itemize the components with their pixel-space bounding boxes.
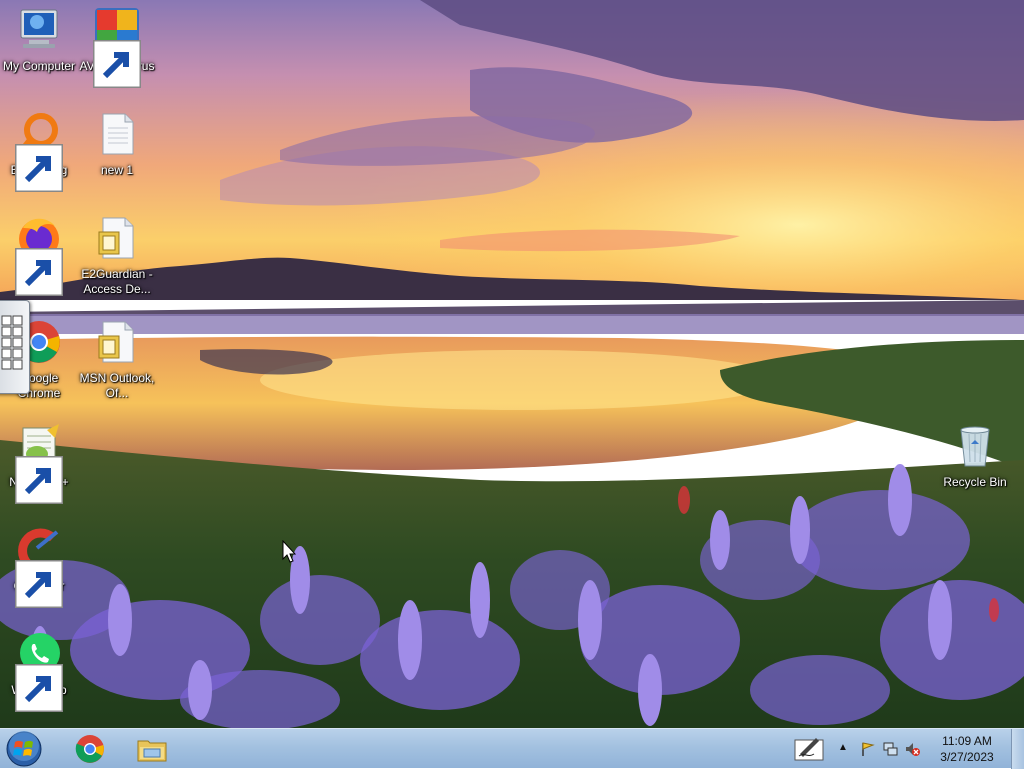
clock-time: 11:09 AM (942, 734, 992, 748)
desktop-icon-everything[interactable]: Everything (0, 110, 79, 192)
pen-input-button[interactable] (794, 734, 824, 762)
shortcut-arrow-icon (15, 248, 63, 296)
shortcut-arrow-icon (15, 456, 63, 504)
clock-date: 3/27/2023 (940, 750, 994, 764)
desktop-icon-whatsapp[interactable]: WhatsApp (0, 630, 79, 712)
text-file-icon (93, 110, 141, 158)
recycle-bin-icon (951, 422, 999, 470)
shortcut-arrow-icon (93, 40, 141, 88)
ccleaner-icon (15, 526, 63, 608)
action-center-flag-icon[interactable] (860, 741, 876, 757)
keyboard-icon (1, 315, 23, 370)
desktop-icon-e2guardian[interactable]: E2Guardian - Access De... (77, 214, 157, 297)
file-explorer-icon (137, 740, 167, 762)
taskbar: ▲ 11:09 AM 3/27/2023 (0, 728, 1024, 769)
desktop-icon-firefox[interactable]: Firefox (0, 214, 79, 296)
show-desktop-button[interactable] (1011, 729, 1024, 769)
start-button[interactable] (5, 730, 43, 768)
notepad-plus-plus-icon (15, 422, 63, 504)
desktop-icon-my-computer[interactable]: My Computer (0, 6, 79, 74)
desktop-icon-label: E2Guardian - Access De... (81, 267, 153, 296)
desktop-icon-label: MSN Outlook, Of... (79, 371, 155, 400)
desktop-icon-ccleaner[interactable]: CCleaner (0, 526, 79, 608)
on-screen-keyboard-tab[interactable] (0, 300, 30, 394)
everything-search-icon (15, 110, 63, 192)
desktop-icon-label: new 1 (100, 163, 134, 177)
taskbar-explorer-button[interactable] (126, 731, 178, 767)
network-icon[interactable] (882, 741, 898, 757)
shortcut-arrow-icon (15, 560, 63, 608)
desktop-icon-avg-antivirus[interactable]: AVG AntiVirus Free (77, 6, 157, 89)
msn-file-icon (93, 318, 141, 366)
computer-icon (15, 6, 63, 54)
system-tray: ▲ 11:09 AM 3/27/2023 (794, 729, 1024, 769)
desktop-icon-new-1[interactable]: new 1 (77, 110, 157, 178)
firefox-icon (15, 214, 63, 296)
volume-muted-icon[interactable] (904, 741, 920, 757)
windows-start-icon (6, 731, 42, 767)
avg-icon (93, 6, 141, 88)
show-hidden-icons-icon[interactable]: ▲ (838, 742, 848, 753)
desktop-icon-label: Recycle Bin (943, 475, 1007, 489)
taskbar-chrome-button[interactable] (64, 731, 116, 767)
shortcut-arrow-icon (15, 664, 63, 712)
pen-input-icon (794, 738, 824, 761)
desktop-icon-notepad-plus-plus[interactable]: Notepad++ (0, 422, 79, 504)
shortcut-arrow-icon (15, 144, 63, 192)
e2guardian-file-icon (93, 214, 141, 262)
mouse-cursor-icon (282, 540, 296, 563)
desktop-icon-msn-outlook[interactable]: MSN Outlook, Of... (77, 318, 157, 401)
desktop-icon-label: My Computer (2, 59, 76, 73)
clock[interactable]: 11:09 AM 3/27/2023 (932, 733, 1002, 765)
whatsapp-icon (15, 630, 63, 712)
desktop-icon-recycle-bin[interactable]: Recycle Bin (935, 422, 1015, 490)
chrome-icon (75, 735, 104, 763)
